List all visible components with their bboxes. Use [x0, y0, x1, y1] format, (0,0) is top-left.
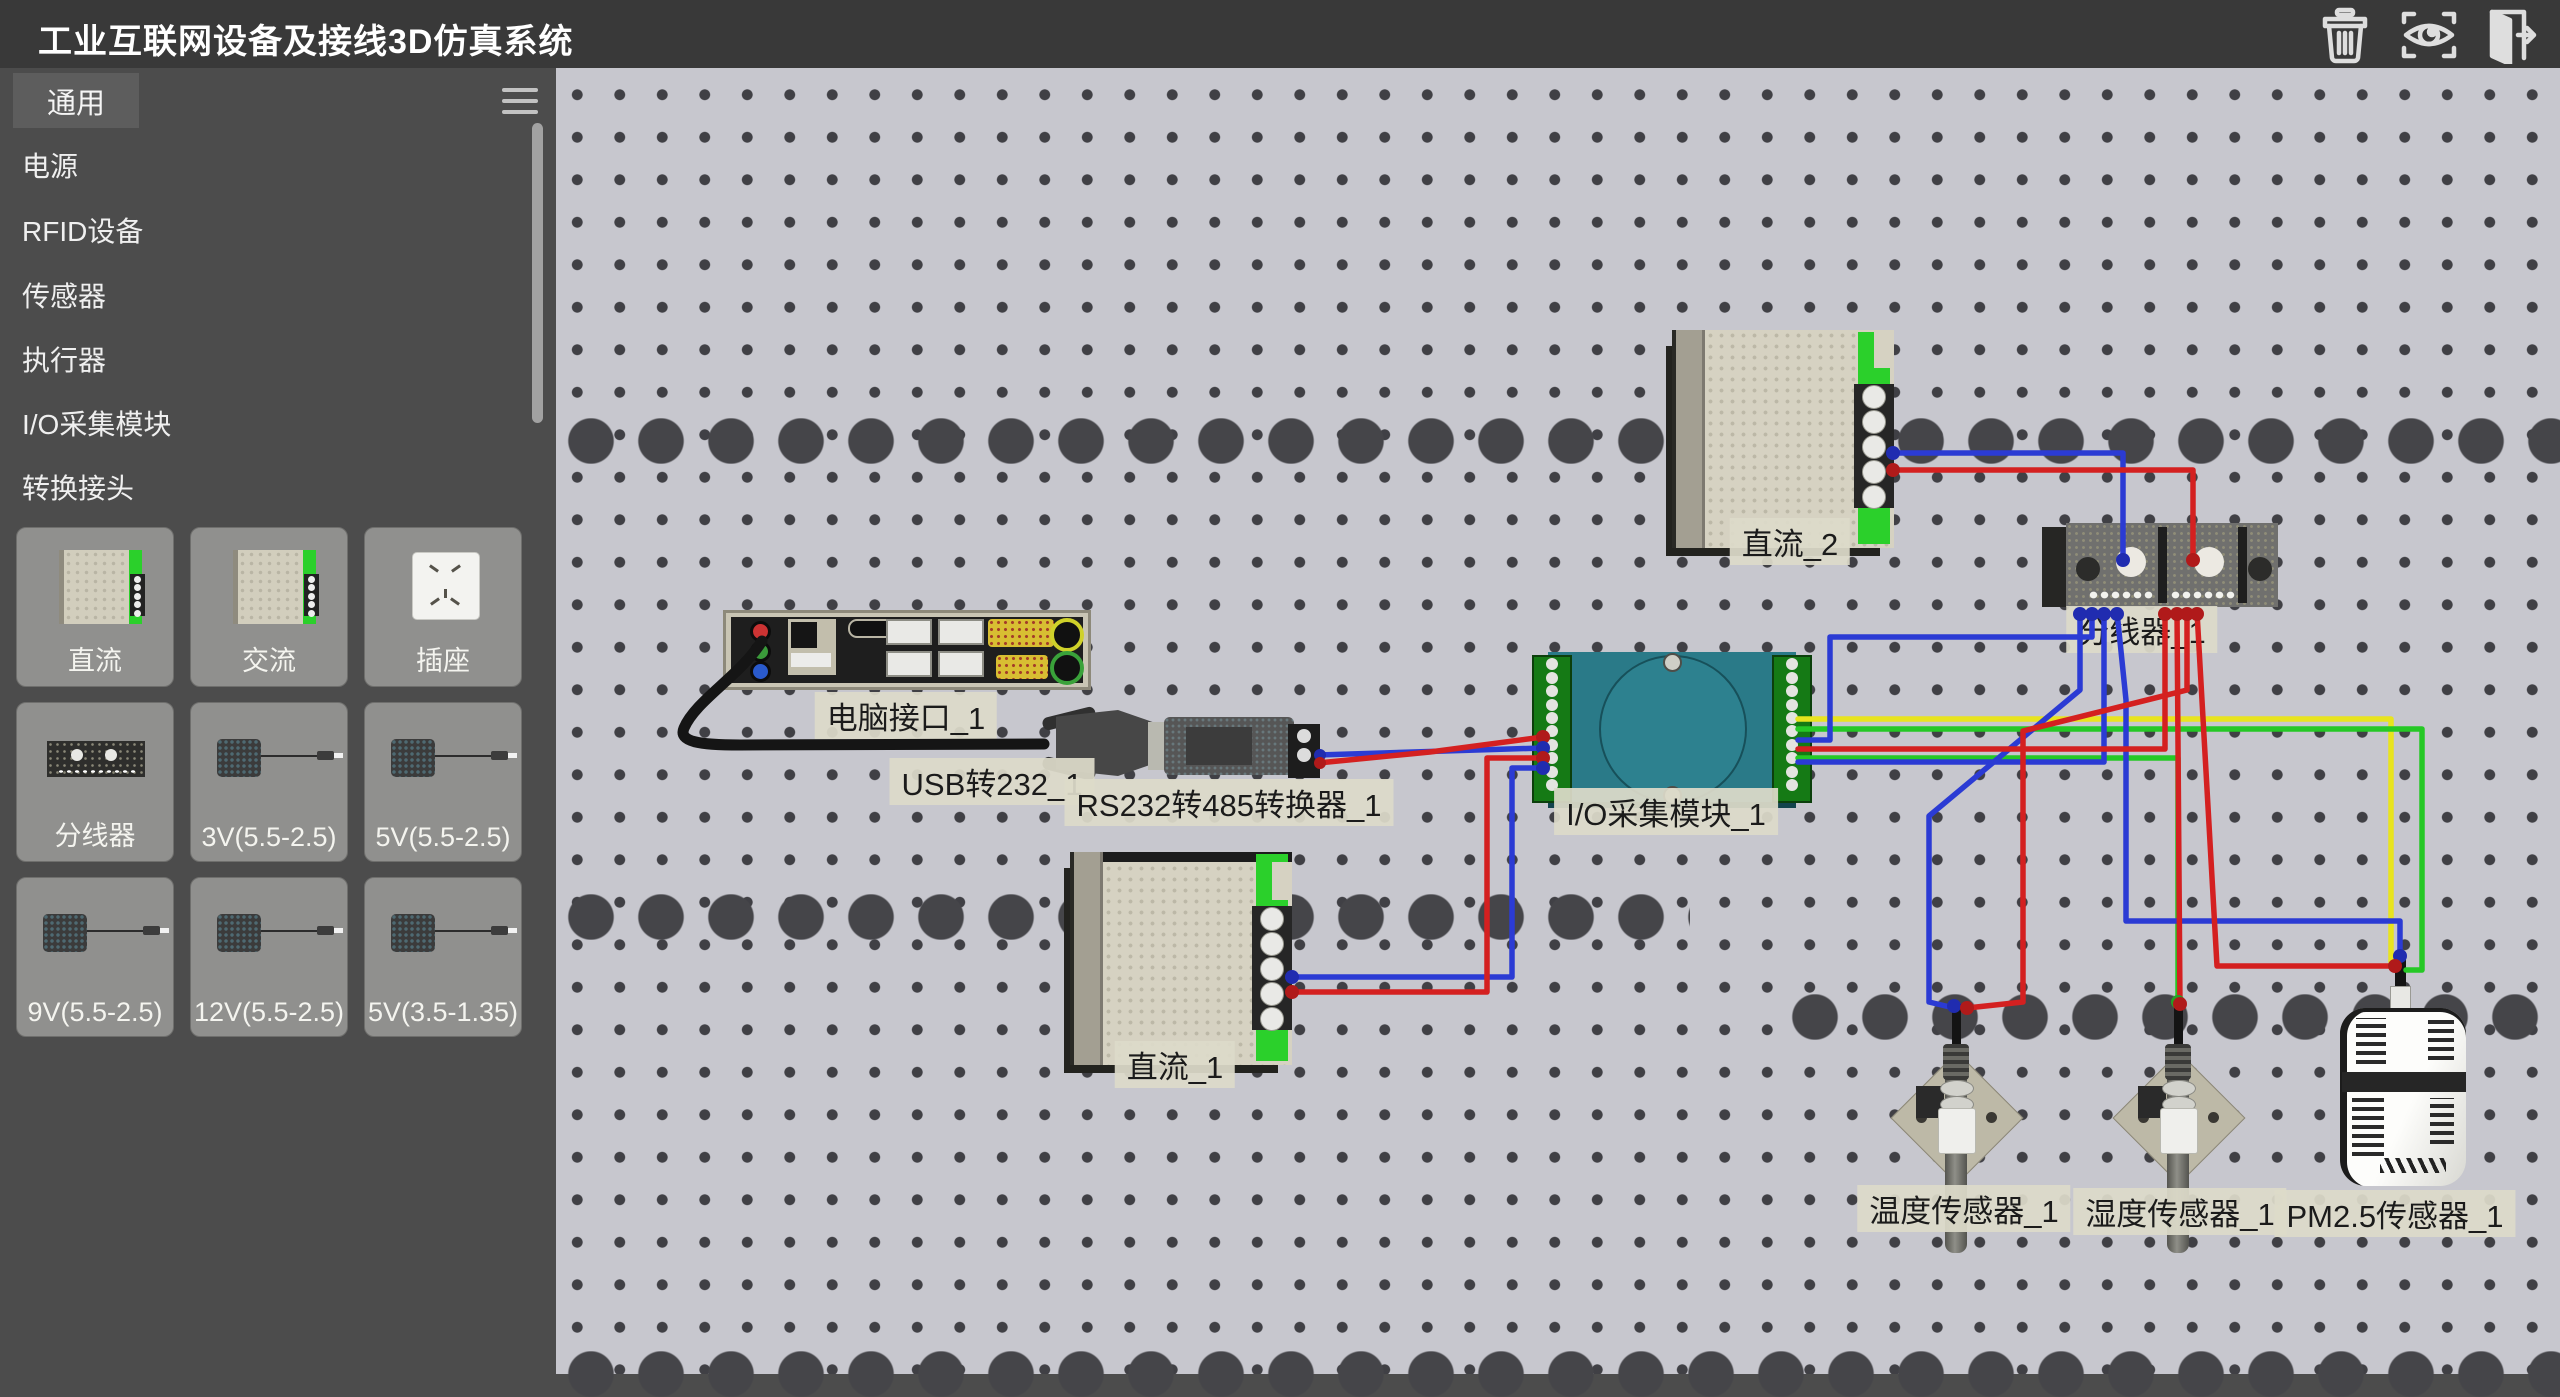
sidebar-item-sensor[interactable]: 传感器 [0, 263, 552, 327]
ps2-port-green [1050, 651, 1084, 685]
dc-side-band [1672, 330, 1705, 548]
palette-card-socket[interactable]: 插座 [364, 527, 522, 687]
dc-notch [1874, 330, 1894, 368]
pm25-vent [2430, 1098, 2454, 1144]
humi-sensor-sleeve [2160, 1108, 2198, 1154]
view-icon[interactable] [2398, 6, 2460, 64]
splitter-thumb [47, 741, 145, 777]
adapter-thumb [391, 739, 435, 777]
plate-hole [2208, 1112, 2219, 1123]
app-title: 工业互联网设备及接线3D仿真系统 [38, 14, 573, 63]
pm25-vent [2352, 1098, 2384, 1156]
splitter-hole [2076, 557, 2100, 581]
dc-terminal-block[interactable] [1854, 384, 1894, 508]
device-splitter[interactable] [2066, 523, 2278, 607]
device-dc-power-2[interactable] [1672, 330, 1894, 548]
pm25-speaker-hatch [2380, 1158, 2446, 1173]
menu-icon[interactable] [502, 88, 538, 114]
plate-hole [1986, 1112, 1997, 1123]
palette-card-3v[interactable]: 3V(5.5-2.5) [190, 702, 348, 862]
palette-card-5v-small[interactable]: 5V(3.5-1.35) [364, 877, 522, 1037]
device-label-dc1: 直流_1 [1115, 1041, 1235, 1088]
pm25-vent [2356, 1018, 2386, 1064]
splitter-divider [2158, 527, 2167, 603]
palette-card-label: 插座 [365, 639, 521, 678]
device-pc-interface[interactable] [723, 610, 1091, 690]
device-dc-power-1[interactable] [1070, 852, 1292, 1065]
serial-port [988, 619, 1054, 647]
splitter-divider [2238, 527, 2247, 603]
dc-notch [1272, 862, 1292, 900]
device-label-humi: 湿度传感器_1 [2073, 1188, 2286, 1235]
sidebar-item-adapter[interactable]: 转换接头 [0, 455, 552, 519]
adapter-thumb [391, 914, 435, 952]
dc-terminal-block[interactable] [1252, 906, 1292, 1030]
sidebar: 通用 电源 RFID设备 传感器 执行器 I/O采集模块 转换接头 直流 交流 … [0, 68, 556, 1374]
palette-card-dc[interactable]: 直流 [16, 527, 174, 687]
device-label-dc2: 直流_2 [1730, 518, 1850, 565]
humi-sensor-ring [2162, 1080, 2196, 1097]
pc-usb-block [788, 619, 836, 675]
pm25-vent [2428, 1018, 2454, 1060]
wire-red-splitter-humi[interactable] [2177, 612, 2180, 1004]
palette-card-12v[interactable]: 12V(5.5-2.5) [190, 877, 348, 1037]
device-label-pc: 电脑接口_1 [815, 692, 997, 739]
device-rs232-485-converter[interactable] [1164, 717, 1294, 775]
palette-card-label: 3V(5.5-2.5) [191, 822, 347, 853]
device-label-temp: 温度传感器_1 [1857, 1185, 2070, 1232]
palette-card-label: 5V(5.5-2.5) [365, 822, 521, 853]
serial-port [996, 655, 1048, 679]
adapter-thumb [217, 739, 261, 777]
temp-sensor-cap [1943, 1044, 1969, 1080]
io-module-disc [1599, 655, 1747, 803]
device-label-pm25: PM2.5传感器_1 [2274, 1190, 2515, 1237]
sidebar-item-rfid[interactable]: RFID设备 [0, 198, 552, 262]
io-terminal-strip-left[interactable] [1532, 655, 1572, 803]
palette-card-splitter[interactable]: 分线器 [16, 702, 174, 862]
palette-card-5v[interactable]: 5V(5.5-2.5) [364, 702, 522, 862]
device-label-io: I/O采集模块_1 [1554, 788, 1778, 835]
palette-card-label: 9V(5.5-2.5) [17, 997, 173, 1028]
splitter-hole [2248, 557, 2272, 581]
dc-side-band [1070, 852, 1103, 1065]
socket-thumb [413, 553, 479, 619]
usb-port [938, 651, 984, 677]
palette-card-label: 分线器 [17, 814, 173, 853]
delete-icon[interactable] [2313, 6, 2375, 64]
palette-card-label: 交流 [191, 639, 347, 678]
sidebar-item-io-module[interactable]: I/O采集模块 [0, 391, 552, 455]
sidebar-item-power[interactable]: 电源 [0, 133, 552, 197]
usb-port [938, 619, 984, 645]
ac-module-thumb [233, 550, 316, 624]
dc-module-thumb [59, 550, 142, 624]
pm25-band [2342, 1072, 2466, 1092]
io-screw [1663, 653, 1682, 672]
palette-card-ac[interactable]: 交流 [190, 527, 348, 687]
splitter-terminal-row [2088, 590, 2154, 600]
sidebar-item-actuator[interactable]: 执行器 [0, 327, 552, 391]
tab-general[interactable]: 通用 [13, 73, 139, 128]
adapter-thumb [217, 914, 261, 952]
usb-port [886, 651, 932, 677]
temp-sensor-ring [1940, 1080, 1974, 1097]
temp-sensor-sleeve [1938, 1108, 1976, 1154]
palette-card-9v[interactable]: 9V(5.5-2.5) [16, 877, 174, 1037]
palette-card-label: 5V(3.5-1.35) [365, 997, 521, 1028]
audio-jack-blue [750, 661, 771, 682]
topbar: 工业互联网设备及接线3D仿真系统 [0, 0, 2560, 68]
rs485-terminal[interactable] [1288, 724, 1320, 778]
humi-sensor-cap [2165, 1044, 2191, 1080]
usb-port [886, 619, 932, 645]
device-label-rs232: RS232转485转换器_1 [1065, 779, 1394, 826]
exit-icon[interactable] [2478, 6, 2540, 64]
palette-card-label: 12V(5.5-2.5) [191, 997, 347, 1028]
adapter-thumb [43, 914, 87, 952]
palette-card-label: 直流 [17, 639, 173, 678]
splitter-terminal-row [2170, 590, 2236, 600]
ps2-port-yellow [1050, 618, 1084, 652]
